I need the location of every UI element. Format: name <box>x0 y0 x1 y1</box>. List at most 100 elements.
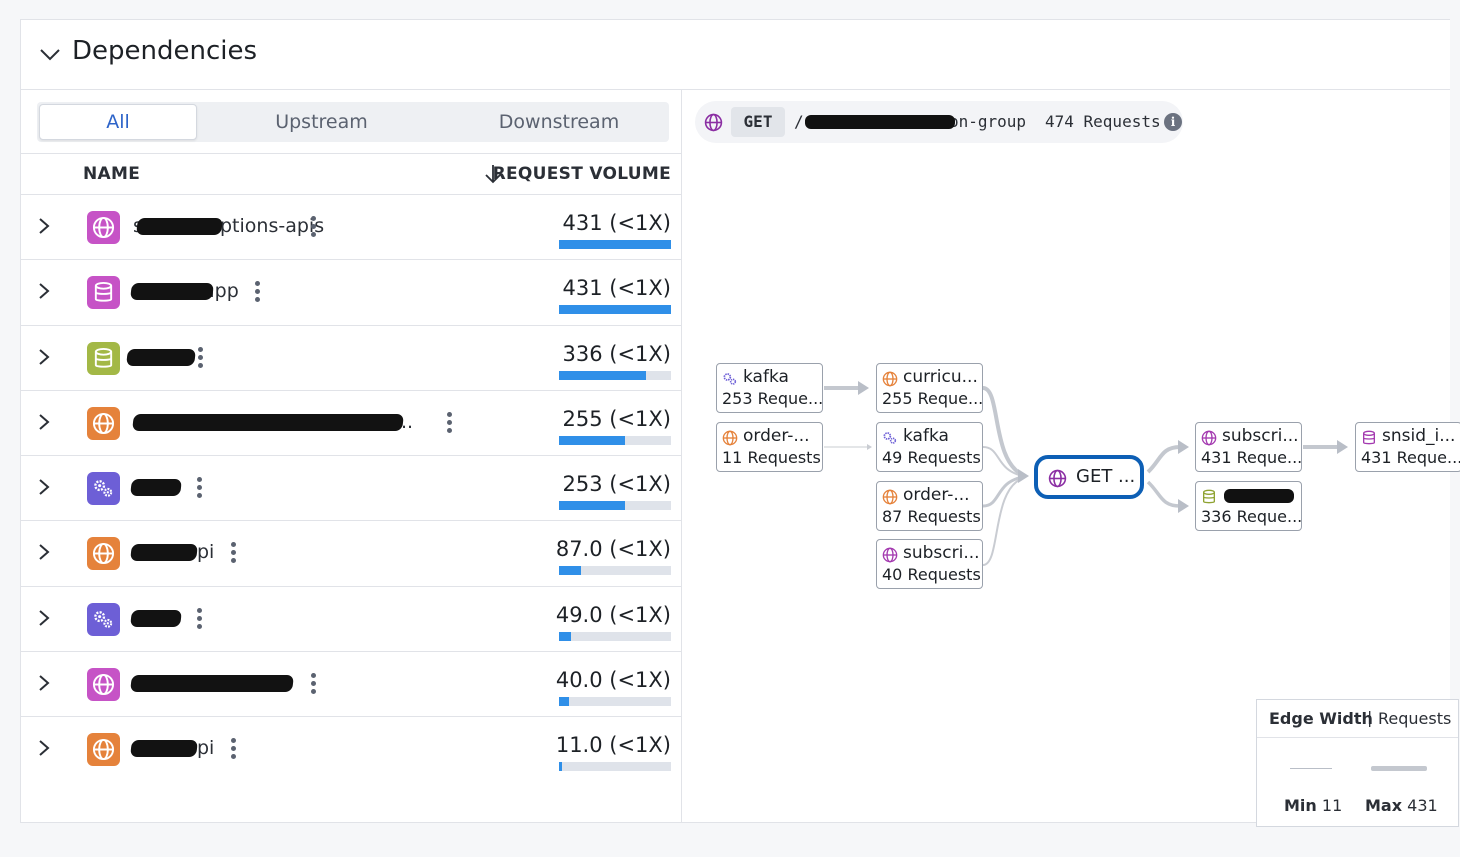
volume-bar <box>559 501 671 511</box>
node-requests: 49 Requests <box>882 448 981 467</box>
more-options-icon[interactable] <box>231 738 237 762</box>
chevron-right-icon[interactable] <box>36 543 52 561</box>
chevron-right-icon[interactable] <box>36 348 52 366</box>
request-volume-value: 40.0 (<1X) <box>555 668 671 693</box>
globe-icon <box>1201 430 1217 446</box>
table-row[interactable]: s ptions-apis 431 (<1X) <box>21 195 681 261</box>
node-requests: 40 Requests <box>882 565 981 584</box>
redaction-mark <box>132 413 404 431</box>
table-row[interactable]: 336 (<1X) <box>21 326 681 391</box>
node-name: subscri... <box>1222 426 1299 446</box>
node-requests: 431 Reque... <box>1201 448 1303 467</box>
more-options-icon[interactable] <box>231 542 237 566</box>
volume-bar <box>559 566 671 576</box>
dependencies-panel: Dependencies All Upstream Downstream NAM… <box>20 19 1460 827</box>
chevron-down-icon[interactable] <box>38 42 62 66</box>
more-options-icon[interactable] <box>447 411 453 436</box>
legend-header: Edge Width | Requests <box>1257 700 1458 738</box>
globe-icon <box>882 371 898 387</box>
table-header: NAME REQUEST VOLUME <box>21 153 681 195</box>
table-row[interactable]: 49.0 (<1X) <box>21 587 681 653</box>
legend-min-line <box>1290 768 1332 769</box>
globe-icon <box>87 668 120 702</box>
graph-node[interactable]: curricu... 255 Reque... <box>876 363 983 413</box>
globe-icon <box>722 430 738 446</box>
node-requests: 11 Requests <box>722 448 821 467</box>
chevron-right-icon[interactable] <box>36 282 52 300</box>
legend-max-value: 431 <box>1407 796 1438 815</box>
chevron-right-icon[interactable] <box>36 674 52 692</box>
volume-bar-fill <box>559 305 671 315</box>
dependency-name-suffix[interactable]: ptions-apis <box>220 215 324 237</box>
graph-edge <box>982 477 1024 566</box>
redaction-mark <box>1224 489 1294 503</box>
column-request-volume[interactable]: REQUEST VOLUME <box>493 164 671 184</box>
graph-node[interactable]: kafka 49 Requests <box>876 422 983 472</box>
more-options-icon[interactable] <box>255 281 261 305</box>
volume-bar-fill <box>559 762 563 772</box>
graph-node[interactable]: 336 Reque... <box>1195 481 1302 531</box>
node-name: subscri... <box>903 543 980 563</box>
table-row[interactable]: s 40.0 (<1X) <box>21 652 681 718</box>
table-row[interactable]: .. 255 (<1X) <box>21 391 681 457</box>
column-name[interactable]: NAME <box>83 164 140 184</box>
legend-separator: | <box>1367 708 1373 727</box>
dependency-name-suffix[interactable]: pi <box>197 737 214 759</box>
redaction-mark <box>130 675 294 693</box>
tab-downstream[interactable]: Downstream <box>459 102 659 142</box>
graph-node[interactable]: order-... 11 Requests <box>716 422 823 472</box>
more-options-icon[interactable] <box>197 477 203 501</box>
database-icon <box>1363 430 1375 445</box>
graph-node[interactable]: subscri... 431 Reque... <box>1195 422 1302 472</box>
node-name: kafka <box>903 426 949 446</box>
chevron-right-icon[interactable] <box>36 739 52 757</box>
volume-bar <box>559 370 671 380</box>
table-row[interactable]: app 431 (<1X) <box>21 260 681 326</box>
selected-resource-node[interactable]: GET ... <box>1034 455 1144 499</box>
redaction-mark <box>130 283 214 301</box>
legend-min: Min 11 <box>1284 796 1342 815</box>
node-requests: 87 Requests <box>882 507 981 526</box>
node-requests: 253 Reque... <box>722 389 824 408</box>
graph-edge <box>1146 480 1181 508</box>
request-volume-value: 87.0 (<1X) <box>555 537 671 562</box>
graph-node[interactable]: snsid_i... 431 Reque... <box>1355 422 1460 472</box>
legend-max-label: Max <box>1365 796 1403 815</box>
chevron-right-icon[interactable] <box>36 217 52 235</box>
volume-bar-fill <box>559 501 626 511</box>
graph-node[interactable]: order-... 87 Requests <box>876 481 983 531</box>
volume-bar-fill <box>559 435 626 445</box>
redaction-mark <box>130 479 182 497</box>
graph-node[interactable]: kafka 253 Reque... <box>716 363 823 413</box>
volume-bar-fill <box>559 370 647 380</box>
table-row[interactable]: pi 11.0 (<1X) <box>21 717 681 782</box>
tab-all[interactable]: All <box>39 104 197 140</box>
globe-icon <box>87 406 120 440</box>
node-name: kafka <box>743 367 789 387</box>
tab-upstream[interactable]: Upstream <box>229 102 414 142</box>
chevron-right-icon[interactable] <box>36 413 52 431</box>
more-options-icon[interactable] <box>197 607 203 632</box>
node-name: snsid_i... <box>1382 426 1456 446</box>
volume-bar <box>559 305 671 315</box>
request-volume-value: 49.0 (<1X) <box>555 602 671 627</box>
volume-bar <box>559 631 671 641</box>
more-options-icon[interactable] <box>311 673 317 697</box>
edge-width-legend: Edge Width | Requests Min 11 Max 431 <box>1256 699 1459 827</box>
edge-arrowhead <box>858 381 869 395</box>
graph-node[interactable]: subscri... 40 Requests <box>876 539 983 589</box>
table-row[interactable]: pi 87.0 (<1X) <box>21 521 681 587</box>
volume-bar <box>559 240 671 249</box>
request-volume-value: 11.0 (<1X) <box>555 733 671 758</box>
volume-bar-fill <box>559 697 570 707</box>
chevron-right-icon[interactable] <box>36 609 52 627</box>
table-row[interactable]: 253 (<1X) <box>21 456 681 522</box>
chevron-right-icon[interactable] <box>36 478 52 496</box>
direction-filter: All Upstream Downstream <box>37 102 669 142</box>
dependency-name-suffix[interactable]: pi <box>197 541 214 563</box>
more-options-icon[interactable] <box>311 216 317 240</box>
node-name: order-... <box>743 426 810 446</box>
request-volume-value: 336 (<1X) <box>562 341 672 366</box>
gears-icon <box>87 472 120 506</box>
more-options-icon[interactable] <box>198 346 204 371</box>
